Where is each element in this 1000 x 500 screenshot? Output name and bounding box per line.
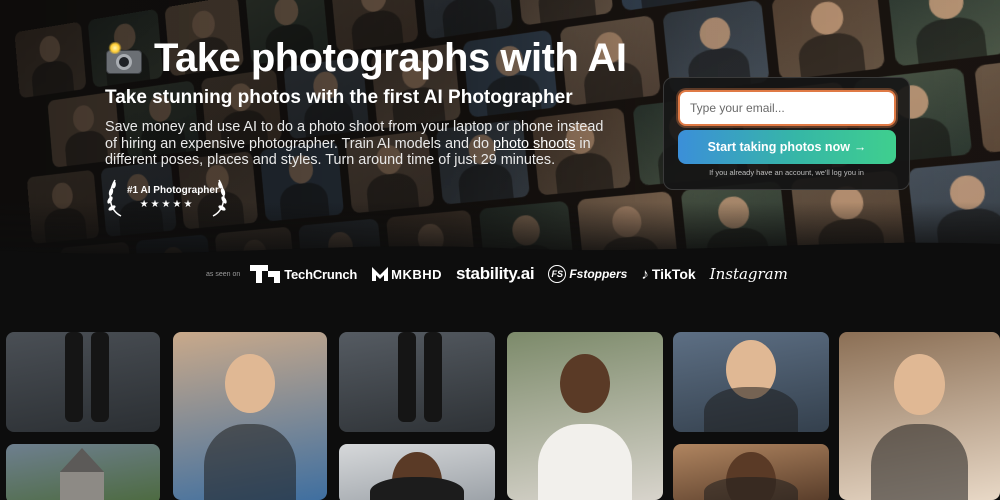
cta-label: Start taking photos now xyxy=(707,140,850,154)
gallery-photo-tile xyxy=(673,444,829,500)
page-title: Take photographs with AI xyxy=(154,36,627,80)
as-seen-on-label: as seen on xyxy=(206,270,241,278)
gallery-photo-tile xyxy=(507,332,663,500)
signup-card: Start taking photos now→ If you already … xyxy=(663,77,910,190)
stability-ai-logo: stability.ai xyxy=(456,264,535,284)
instagram-wordmark: Instagram xyxy=(709,265,788,283)
mkbhd-wordmark: MKBHD xyxy=(391,266,443,282)
mkbhd-logo: MKBHD xyxy=(371,266,442,282)
gallery-photo-tile xyxy=(339,444,495,500)
fstoppers-mark-icon: FS xyxy=(548,265,567,283)
gallery-photo-tile xyxy=(839,332,1000,500)
mkbhd-mark-icon xyxy=(372,267,389,281)
stability-wordmark: stability.ai xyxy=(456,264,535,283)
gallery-photo-tile xyxy=(173,332,327,500)
tiktok-note-icon: ♪ xyxy=(641,265,649,283)
arrow-right-icon: → xyxy=(853,140,867,154)
gallery-photo-tile xyxy=(339,332,495,432)
fstoppers-wordmark: Fstoppers xyxy=(569,267,628,281)
photo-shoots-link[interactable]: photo shoots xyxy=(493,136,575,152)
hero-description: Save money and use AI to do a photo shoo… xyxy=(105,119,615,169)
hero-subtitle: Take stunning photos with the first AI P… xyxy=(105,87,573,108)
hero-title-row: Take photographs with AI xyxy=(104,36,627,81)
tiktok-logo: ♪ TikTok xyxy=(641,266,695,283)
award-label: #1 AI Photographer xyxy=(127,185,219,196)
camera-with-flash-icon xyxy=(104,41,144,76)
award-stars: ★★★★★ xyxy=(139,199,195,210)
gallery-photo-tile xyxy=(6,332,160,432)
laurel-left-icon xyxy=(107,179,122,217)
login-note: If you already have an account, we'll lo… xyxy=(709,168,864,177)
award-badge: #1 AI Photographer ★★★★★ xyxy=(105,176,229,220)
gallery-photo-tile xyxy=(6,444,160,500)
laurel-right-icon xyxy=(212,179,227,217)
fstoppers-logo: FS Fstoppers xyxy=(548,265,627,283)
gallery-photo-tile xyxy=(673,332,829,432)
press-logos: as seen on TechCrunch MKBHD stability.ai… xyxy=(206,262,802,286)
start-taking-photos-button[interactable]: Start taking photos now → xyxy=(678,130,896,164)
instagram-logo: Instagram xyxy=(710,265,788,283)
tiktok-wordmark: TikTok xyxy=(651,266,696,282)
techcrunch-mark-icon xyxy=(250,265,281,283)
email-input[interactable] xyxy=(678,90,896,126)
techcrunch-logo: TechCrunch xyxy=(250,265,357,283)
techcrunch-wordmark: TechCrunch xyxy=(284,266,358,282)
photo-gallery xyxy=(0,332,1000,500)
